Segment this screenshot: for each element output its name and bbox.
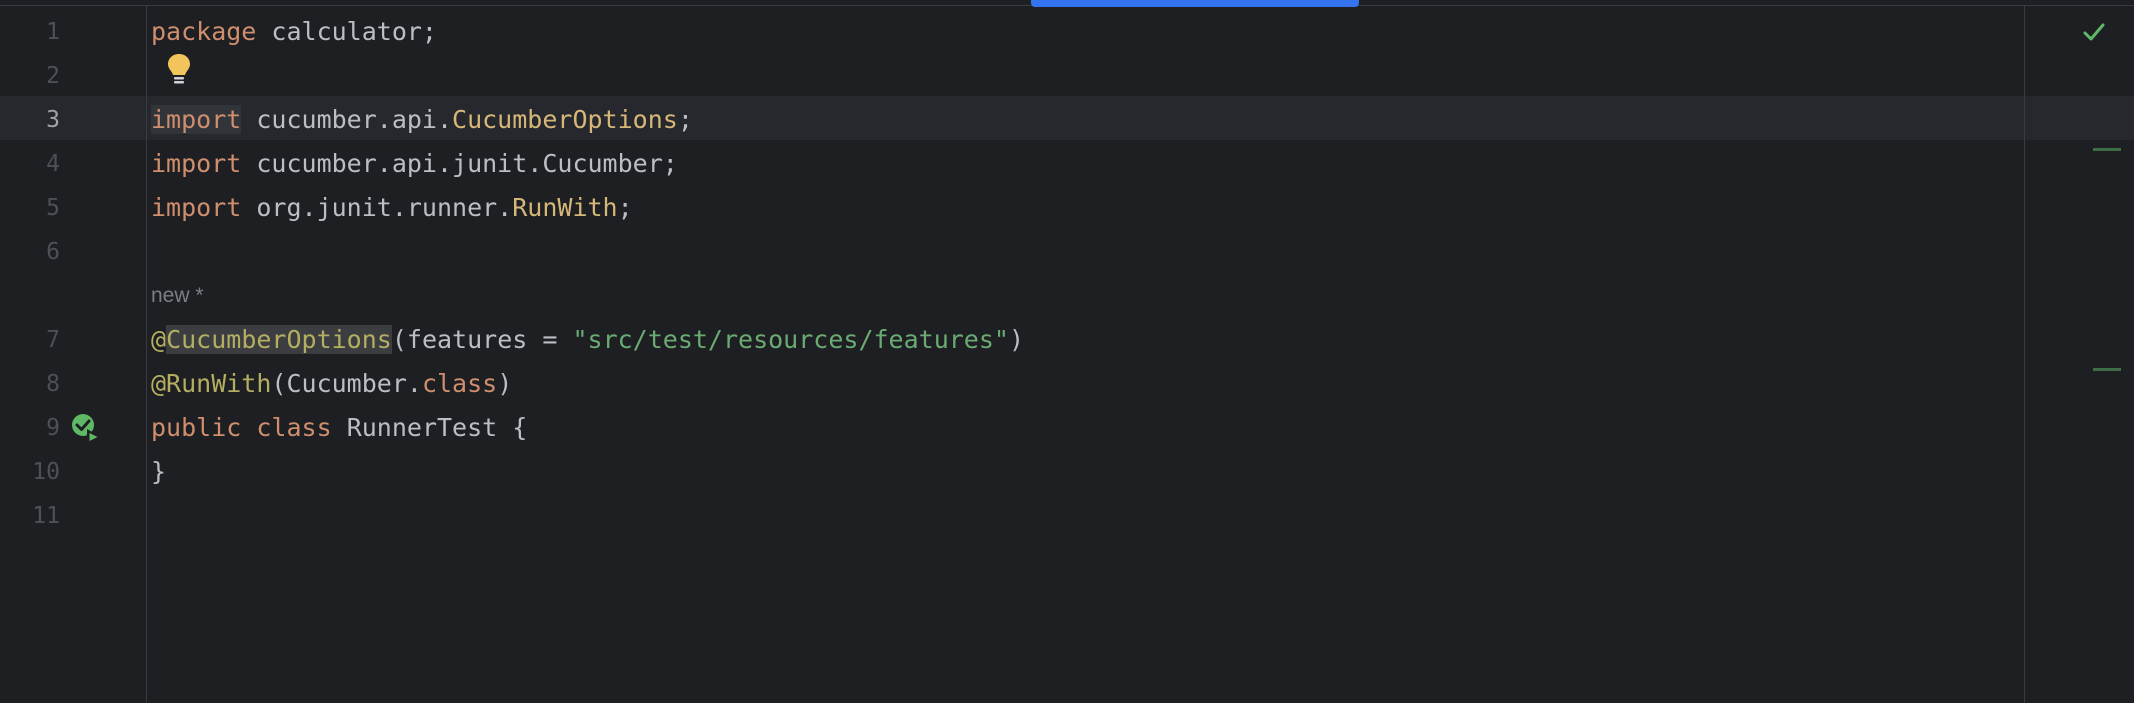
line-number[interactable]: 1	[0, 10, 60, 54]
code-token: import	[151, 105, 242, 134]
code-token: class	[421, 369, 498, 398]
code-token: cucumber.api.	[241, 105, 453, 134]
code-token: @	[151, 325, 167, 354]
code-token: (Cucumber.	[271, 369, 422, 398]
code-editor[interactable]: 1 2 3 4 5 6 7 8 9 10 11 package calculator; import …	[0, 0, 2134, 703]
line-number[interactable]: 5	[0, 186, 60, 230]
code-line[interactable]: @RunWith(Cucumber.class)	[151, 362, 512, 406]
line-number[interactable]: 4	[0, 142, 60, 186]
code-token: import	[151, 193, 242, 222]
code-token: (features =	[391, 325, 573, 354]
code-line[interactable]: import org.junit.runner.RunWith;	[151, 186, 633, 230]
error-stripe-separator	[2024, 6, 2025, 703]
code-line[interactable]: @CucumberOptions(features = "src/test/re…	[151, 318, 1024, 362]
code-token: }	[151, 457, 167, 486]
code-token: ;	[677, 105, 693, 134]
code-token: RunnerTest {	[331, 413, 528, 442]
code-token: import	[151, 149, 242, 178]
line-number[interactable]: 6	[0, 230, 60, 274]
error-stripe-marker[interactable]	[2093, 148, 2121, 151]
code-token: calculator;	[256, 17, 437, 46]
code-token: org.junit.runner.	[241, 193, 513, 222]
code-token: @RunWith	[151, 369, 272, 398]
checkmark-icon[interactable]	[2082, 20, 2106, 44]
code-token: CucumberOptions	[166, 325, 392, 354]
code-line[interactable]: }	[151, 450, 166, 494]
lightbulb-icon[interactable]	[166, 52, 192, 86]
code-token: public	[151, 413, 242, 442]
code-token: ;	[617, 193, 633, 222]
code-token: "src/test/resources/features"	[572, 325, 1009, 354]
code-token: CucumberOptions	[452, 105, 678, 134]
code-token: class	[256, 413, 332, 442]
line-number[interactable]: 7	[0, 318, 60, 362]
code-token: )	[1008, 325, 1025, 354]
line-number[interactable]: 11	[0, 494, 60, 538]
code-token: )	[497, 369, 513, 398]
run-test-icon[interactable]	[70, 412, 104, 446]
line-number[interactable]: 9	[0, 406, 60, 450]
inlay-hint-author[interactable]: new *	[151, 276, 204, 316]
code-line[interactable]: import cucumber.api.CucumberOptions;	[151, 98, 693, 142]
code-token: RunWith	[512, 193, 618, 222]
line-number[interactable]: 2	[0, 54, 60, 98]
code-token: cucumber.api.junit.Cucumber;	[241, 149, 678, 178]
code-token: package	[151, 17, 257, 46]
gutter-separator	[146, 6, 147, 703]
line-number[interactable]: 10	[0, 450, 60, 494]
horizontal-scroll-thumb[interactable]	[1031, 0, 1359, 7]
code-line[interactable]: public class RunnerTest {	[151, 406, 527, 450]
code-line[interactable]: import cucumber.api.junit.Cucumber;	[151, 142, 678, 186]
line-number[interactable]: 8	[0, 362, 60, 406]
error-stripe-marker[interactable]	[2093, 368, 2121, 371]
code-line[interactable]: package calculator;	[151, 10, 437, 54]
line-number[interactable]: 3	[0, 98, 60, 142]
